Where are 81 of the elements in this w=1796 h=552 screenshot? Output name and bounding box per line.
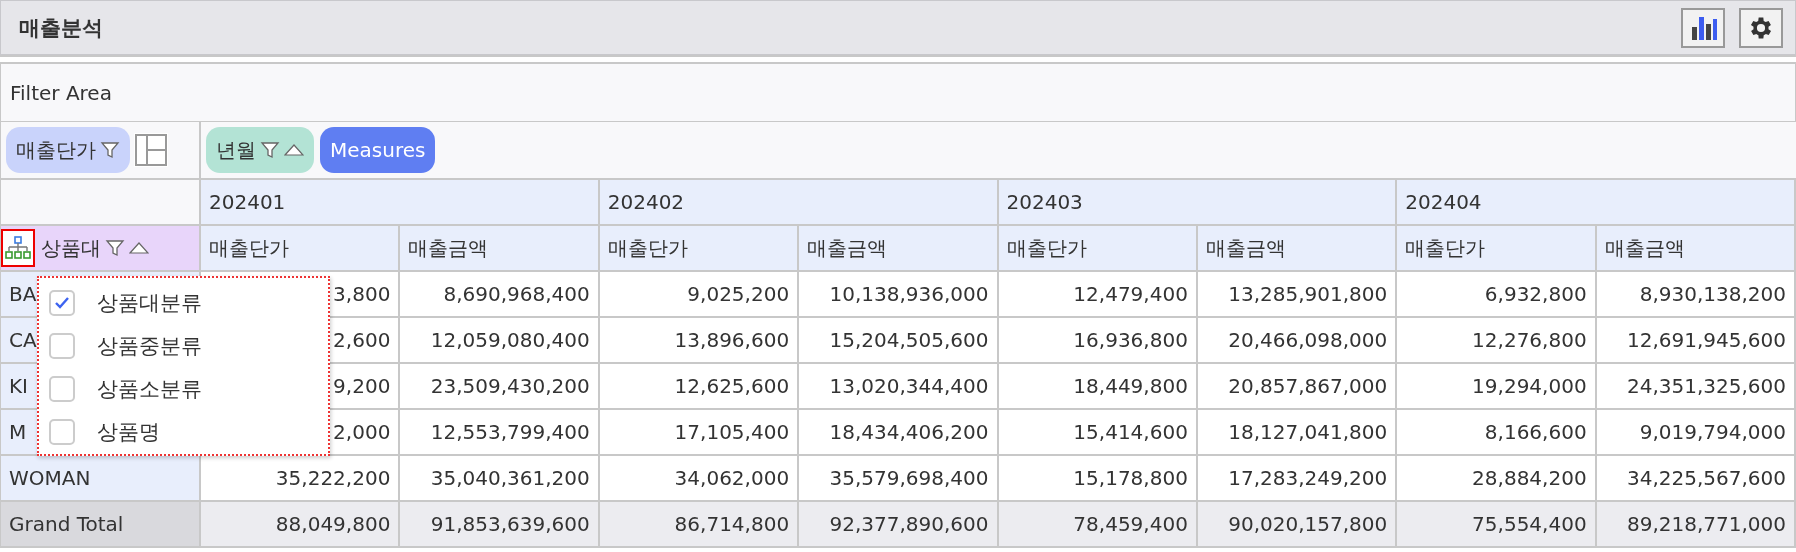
layout-icon[interactable] [134, 133, 168, 167]
column-header: 202401 [201, 180, 600, 226]
table-cell: 12,479,400 [998, 272, 1198, 318]
column-header: 매출단가 [1397, 226, 1597, 272]
filter-icon[interactable] [260, 140, 280, 160]
table-cell: 35,222,200 [201, 456, 401, 502]
table-cell: 18,127,041,800 [1197, 410, 1398, 456]
column-header: 매출단가 [599, 226, 800, 272]
field-chip[interactable]: 매출단가 [6, 127, 130, 173]
table-cell: 12,691,945,600 [1596, 318, 1796, 364]
table-cell: 20,857,867,000 [1197, 364, 1398, 410]
hierarchy-icon [5, 235, 31, 261]
menu-item[interactable]: 상품대분류 [97, 288, 202, 317]
table-cell: 34,062,000 [599, 456, 800, 502]
menu-item[interactable]: 상품소분류 [97, 374, 202, 403]
table-cell: 6,932,800 [1397, 272, 1597, 318]
hierarchy-button[interactable] [1, 229, 35, 267]
row-header: Grand Total [1, 502, 201, 548]
column-header: 202404 [1397, 180, 1796, 226]
column-header: 매출금액 [1596, 226, 1796, 272]
sort-up-icon[interactable] [129, 241, 149, 255]
table-cell: 35,579,698,400 [799, 456, 999, 502]
table-cell: 13,020,344,400 [799, 364, 999, 410]
table-cell: 16,936,800 [998, 318, 1198, 364]
menu-item[interactable]: 상품명 [97, 417, 160, 446]
table-cell: 75,554,400 [1397, 502, 1597, 548]
column-header: 매출금액 [1197, 226, 1398, 272]
column-header: 매출금액 [400, 226, 600, 272]
checkbox[interactable] [49, 375, 75, 402]
filter-area-label: Filter Area [10, 80, 112, 105]
table-cell: 23,509,430,200 [400, 364, 600, 410]
table-cell: 92,377,890,600 [799, 502, 999, 548]
table-cell: 15,204,505,600 [799, 318, 999, 364]
table-cell: 18,449,800 [998, 364, 1198, 410]
column-header: 매출단가 [998, 226, 1198, 272]
table-cell: 28,884,200 [1397, 456, 1597, 502]
checkbox[interactable] [49, 289, 75, 316]
window-title: 매출분석 [19, 14, 103, 42]
table-cell: 9,019,794,000 [1596, 410, 1796, 456]
table-cell: 12,276,800 [1397, 318, 1597, 364]
checkbox[interactable] [49, 418, 75, 445]
table-cell: 90,020,157,800 [1197, 502, 1398, 548]
field-chip[interactable]: Measures [320, 127, 436, 173]
column-header: 202403 [998, 180, 1398, 226]
table-cell: 12,625,600 [599, 364, 800, 410]
table-cell: 15,414,600 [998, 410, 1198, 456]
table-cell: 15,178,800 [998, 456, 1198, 502]
menu-item[interactable]: 상품중분류 [97, 331, 202, 360]
column-header: 매출금액 [799, 226, 999, 272]
table-cell: 17,283,249,200 [1197, 456, 1398, 502]
table-cell: 35,040,361,200 [400, 456, 600, 502]
column-header: 202402 [599, 180, 999, 226]
table-cell: 88,049,800 [201, 502, 401, 548]
table-cell: 78,459,400 [998, 502, 1198, 548]
table-cell: 89,218,771,000 [1596, 502, 1796, 548]
field-chip[interactable]: 년월 [206, 127, 314, 173]
table-cell: 24,351,325,600 [1596, 364, 1796, 410]
table-cell: 19,294,000 [1397, 364, 1597, 410]
table-cell: 91,853,639,600 [400, 502, 600, 548]
table-cell: 13,896,600 [599, 318, 800, 364]
table-cell: 86,714,800 [599, 502, 800, 548]
table-cell: 34,225,567,600 [1596, 456, 1796, 502]
filter-icon[interactable] [105, 238, 125, 258]
table-cell: 20,466,098,000 [1197, 318, 1398, 364]
settings-button[interactable] [1739, 7, 1783, 48]
filter-icon[interactable] [100, 140, 120, 160]
sort-up-icon[interactable] [284, 143, 304, 157]
checkbox[interactable] [49, 332, 75, 359]
table-cell: 10,138,936,000 [799, 272, 999, 318]
table-cell: 12,553,799,400 [400, 410, 600, 456]
column-header: 매출단가 [201, 226, 401, 272]
table-cell: 13,285,901,800 [1197, 272, 1398, 318]
table-cell: 8,166,600 [1397, 410, 1597, 456]
table-cell: 8,930,138,200 [1596, 272, 1796, 318]
table-cell: 8,690,968,400 [400, 272, 600, 318]
table-cell: 17,105,400 [599, 410, 800, 456]
table-cell: 12,059,080,400 [400, 318, 600, 364]
row-header: WOMAN [1, 456, 201, 502]
table-cell: 9,025,200 [599, 272, 800, 318]
chart-button[interactable] [1681, 7, 1725, 48]
table-cell: 18,434,406,200 [799, 410, 999, 456]
